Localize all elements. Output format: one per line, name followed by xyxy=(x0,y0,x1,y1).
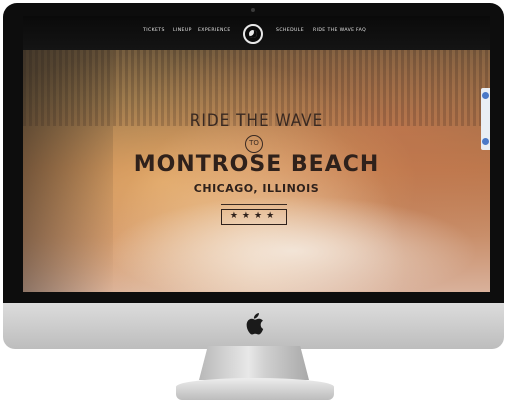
monitor-base xyxy=(176,378,334,400)
camera-icon xyxy=(251,8,255,12)
hero-location: MONTROSE BEACH xyxy=(133,152,380,177)
hero-divider xyxy=(221,204,287,205)
nav-lineup[interactable]: LINEUP xyxy=(173,28,192,33)
nav-schedule[interactable]: SCHEDULE xyxy=(276,28,304,33)
chat-bubble-icon xyxy=(482,92,489,99)
website-screen: TICKETS LINEUP EXPERIENCE SCHEDULE RIDE … xyxy=(23,16,490,292)
top-navigation: TICKETS LINEUP EXPERIENCE SCHEDULE RIDE … xyxy=(23,16,490,50)
hero-city: CHICAGO, ILLINOIS xyxy=(193,182,320,195)
apple-logo-icon xyxy=(246,313,264,335)
nav-tickets[interactable]: TICKETS xyxy=(143,28,165,33)
imac-monitor: TICKETS LINEUP EXPERIENCE SCHEDULE RIDE … xyxy=(3,3,504,349)
nav-faq[interactable]: FAQ xyxy=(356,28,366,33)
monitor-bezel: TICKETS LINEUP EXPERIENCE SCHEDULE RIDE … xyxy=(3,3,504,303)
monitor-stand xyxy=(199,346,309,380)
hero-tagline: RIDE THE WAVE xyxy=(189,111,324,131)
chat-arrow-icon xyxy=(482,138,489,145)
nav-experience[interactable]: EXPERIENCE xyxy=(198,28,231,33)
nav-ride-the-wave[interactable]: RIDE THE WAVE xyxy=(313,28,354,33)
hero-stars-button[interactable]: ★★★★ xyxy=(221,209,287,225)
smoke-haze xyxy=(93,191,490,291)
festival-logo-icon[interactable] xyxy=(243,24,263,44)
hero-connector: TO xyxy=(245,135,263,153)
